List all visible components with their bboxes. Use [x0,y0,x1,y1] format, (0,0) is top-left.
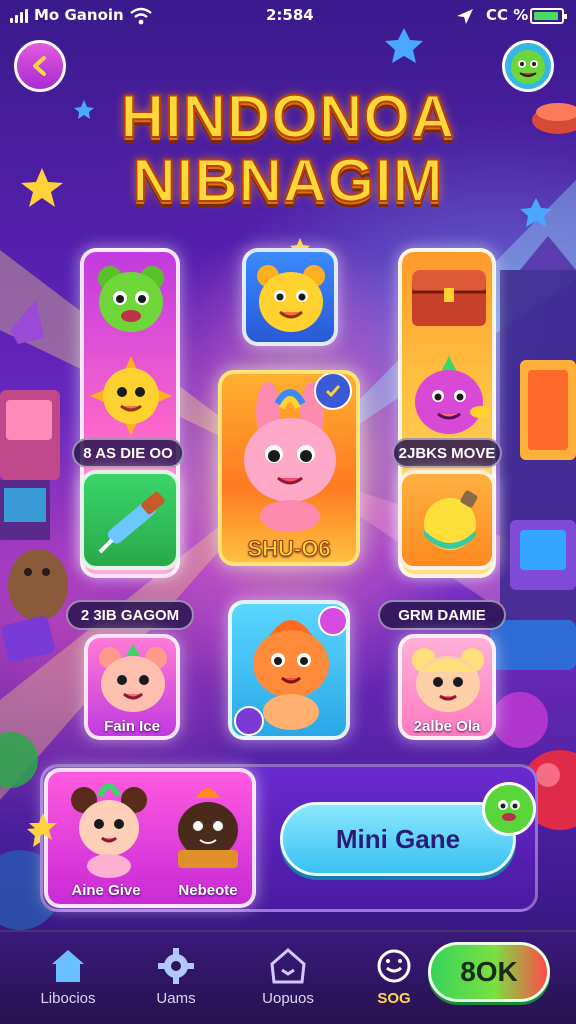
green-bear-icon [98,266,164,332]
potion-card[interactable] [398,470,496,570]
location-arrow-icon [457,9,473,24]
chocolate-character-icon [178,788,238,868]
ok-button[interactable]: 8 OK [428,942,550,1002]
left-bottom-character-card[interactable]: Fain Ice [84,634,180,740]
left-bottom-badge: 2 3IB GAGOM [66,600,194,630]
right-bottom-character-card[interactable]: 2albe Ola [398,634,496,740]
chevron-left-icon [33,56,46,76]
signal-icon [10,9,30,23]
tab-home[interactable]: Libocios [18,932,118,1024]
status-time: 2:584 [266,6,314,24]
right-card-badge: 2JBKS MOVE [392,438,502,468]
home-icon [52,950,84,982]
battery-text: CC % [486,6,529,24]
gear-icon [158,948,194,984]
ok-label: OK [475,956,518,987]
sun-character-icon [90,356,172,436]
left-card-badge: 8 AS DIE OO [72,438,184,468]
title-line-1: HINDONOA [120,82,456,151]
wifi-icon [130,7,152,25]
tab-house-label: Uopuos [262,990,314,1007]
right-bottom-caption: 2albe Ola [413,718,481,735]
clock-icon [377,949,411,983]
house-outline-icon [270,948,306,984]
right-bottom-badge: GRM DAMIE [378,600,506,630]
fox-card-corner-icon [234,706,264,736]
status-bar: Mo Ganoin 2:584 CC % [0,0,576,32]
fox-character-card[interactable] [228,600,350,740]
pink-dragon-icon [415,356,490,434]
character-selection-panel[interactable]: Aine Give Nebeote [44,768,256,908]
bottom-tab-bar: Libocios Uams Uopuos SOG 8 OK [0,930,576,1024]
left-bottom-caption: Fain Ice [104,718,160,735]
character-1-label: Aine Give [71,882,141,899]
yellow-bear-card[interactable] [242,248,338,346]
mini-game-button[interactable]: Mini Gane [280,802,516,876]
carrier-name: Mo Ganoin [34,6,124,24]
star-icon [29,813,57,840]
treasure-chest-icon [412,270,486,326]
potion-bottle-icon [424,490,478,550]
tab-home-label: Libocios [40,990,96,1007]
character-2-label: Nebeote [178,882,238,899]
green-monster-icon [482,782,536,836]
pink-bear-icon [99,644,167,712]
tab-settings-label: Uams [156,990,196,1007]
syringe-icon [98,491,165,554]
battery-icon [530,8,567,24]
syringe-card[interactable] [80,470,180,570]
featured-badge-icon [314,374,352,410]
tab-clock-label: SOG [377,990,411,1007]
title-line-2: NIBNAGIM [131,146,444,215]
blonde-bear-icon [412,648,484,712]
ok-prefix: 8 [460,956,476,987]
tab-settings[interactable]: Uams [126,932,226,1024]
yellow-bear-icon [257,265,325,332]
featured-badge-label: SHU-O6 [247,536,331,562]
green-monster-avatar-icon [511,50,545,84]
rainbow-bear-icon [71,783,147,878]
tab-house[interactable]: Uopuos [238,932,338,1024]
fox-card-badge-icon [318,606,346,636]
